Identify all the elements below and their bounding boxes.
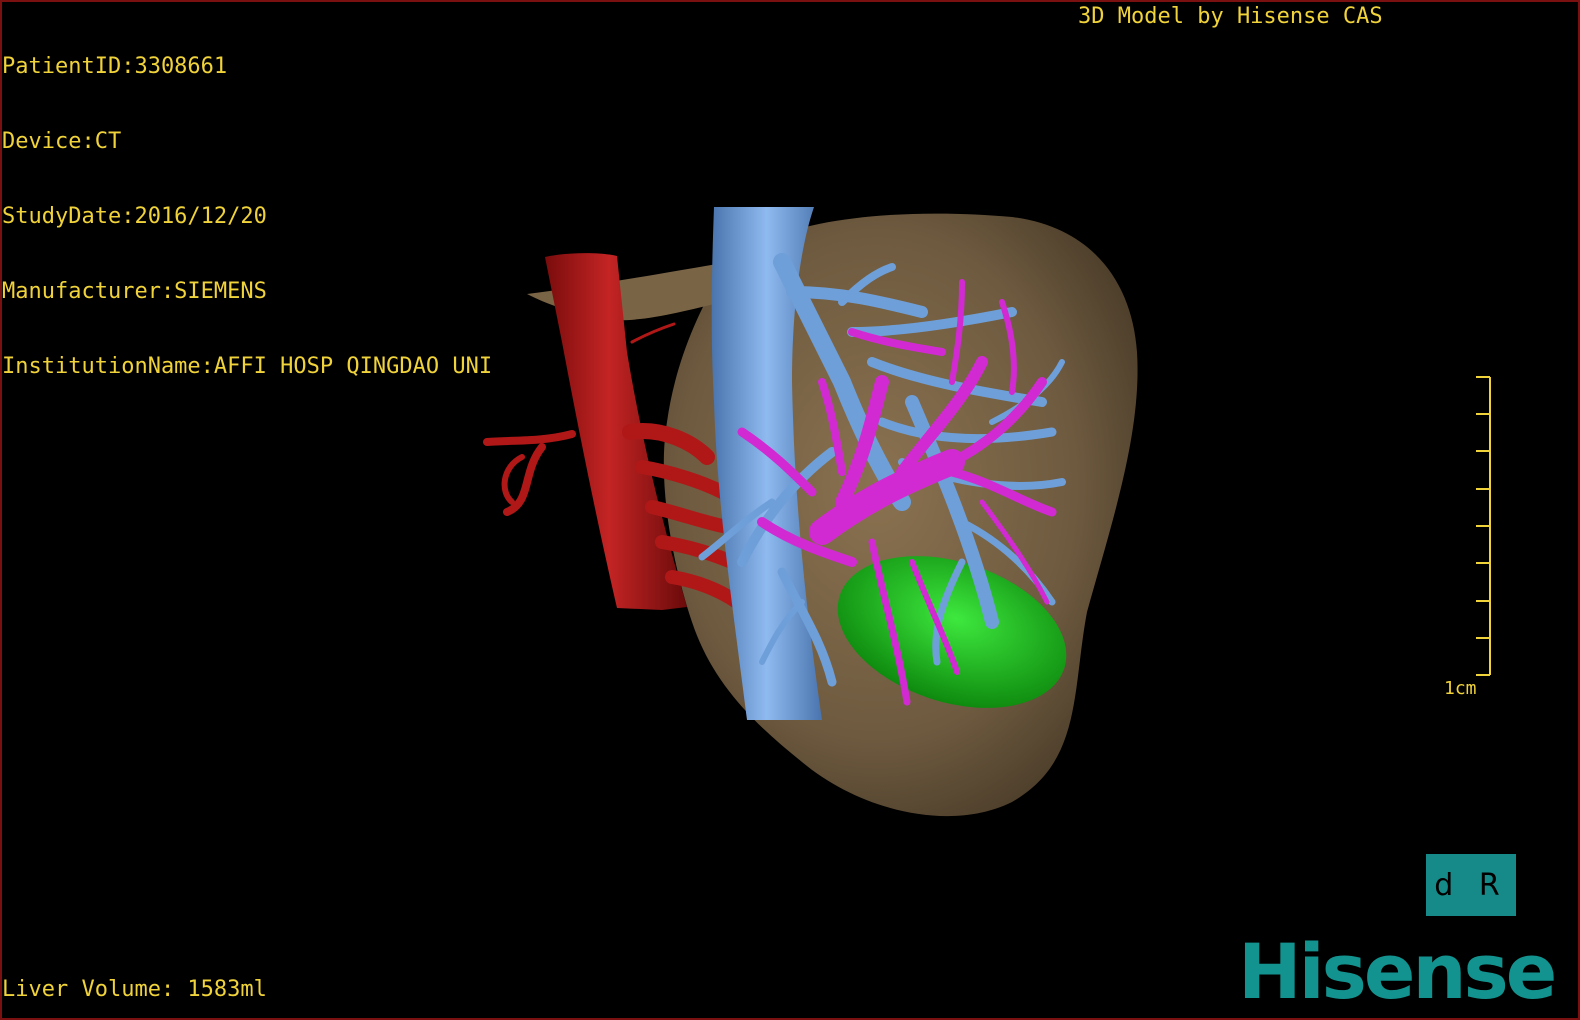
institution-name: InstitutionName:AFFI HOSP QINGDAO UNI [2,354,493,379]
3d-render-viewport[interactable]: PatientID:3308661 Device:CT StudyDate:20… [0,0,1580,1020]
scale-bar-label: 1cm [1444,678,1477,699]
patient-info-overlay: PatientID:3308661 Device:CT StudyDate:20… [2,4,492,429]
manufacturer: Manufacturer:SIEMENS [2,279,267,304]
study-date: StudyDate:2016/12/20 [2,204,267,229]
patient-id: PatientID:3308661 [2,54,228,79]
orientation-label: d R [1434,867,1508,903]
liver-volume-readout: Liver Volume: 1583ml [2,977,267,1002]
device: Device:CT [2,129,122,154]
hisense-logo: Hisense [1238,927,1557,1016]
orientation-cube[interactable]: d R [1426,854,1516,916]
scale-bar [1476,376,1491,676]
model-credit: 3D Model by Hisense CAS [1078,4,1383,29]
